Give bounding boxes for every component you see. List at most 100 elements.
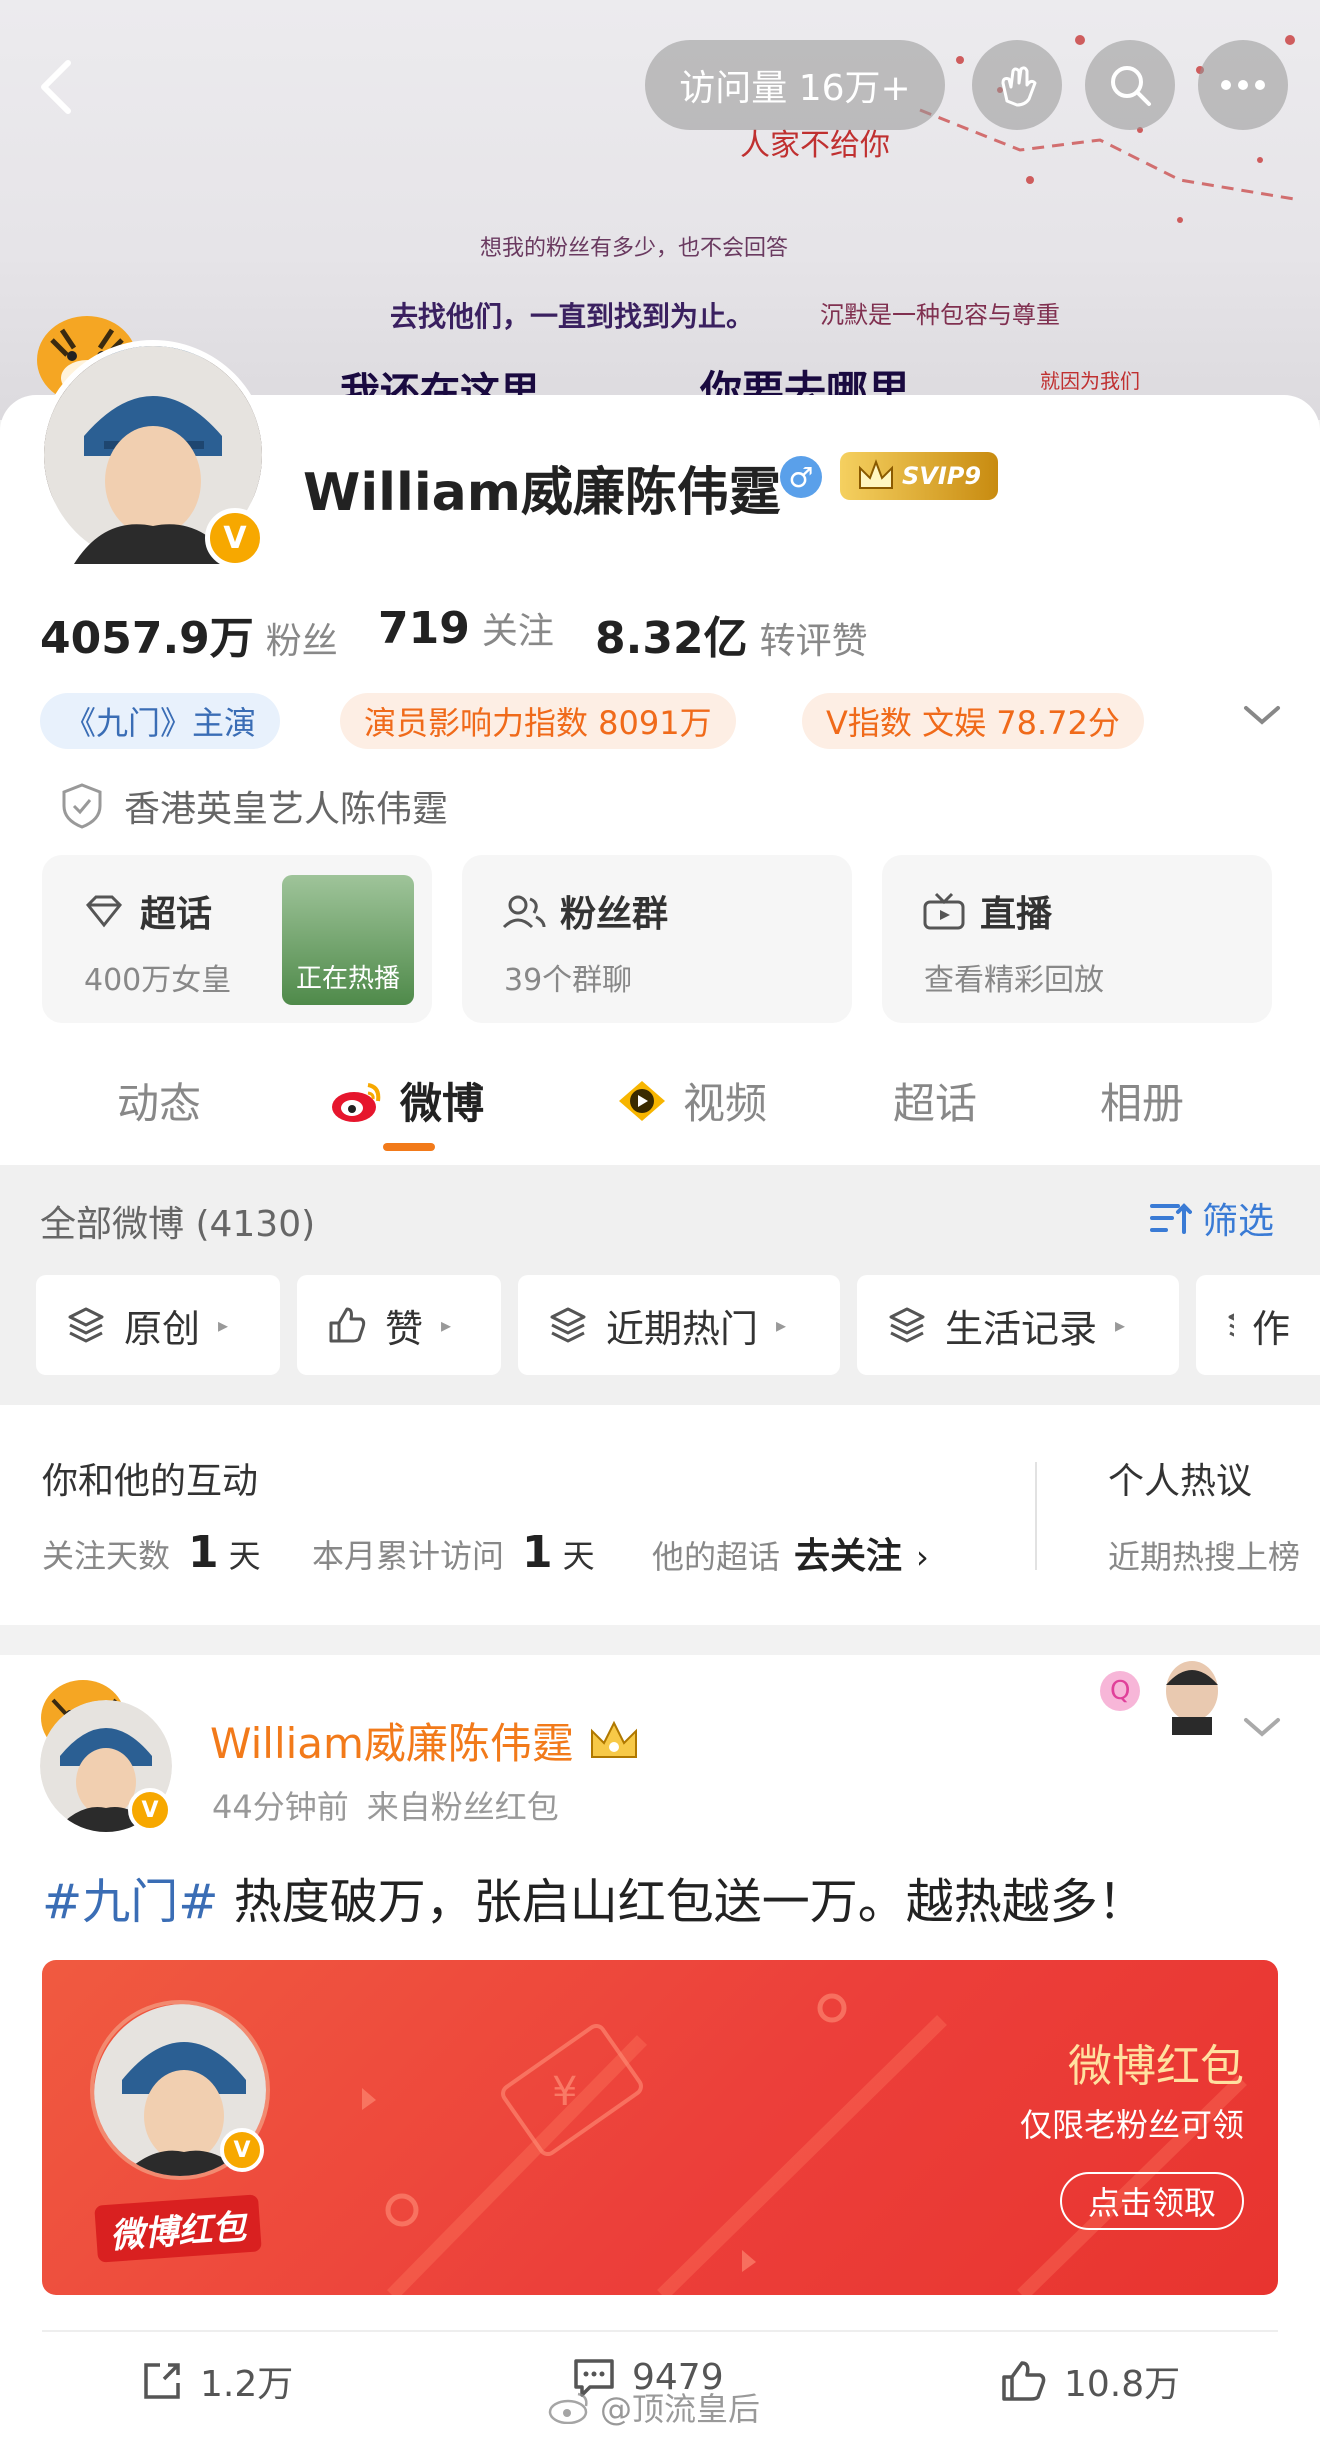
post-text: #九门# 热度破万，张启山红包送一万。越热越多！ bbox=[42, 1862, 1146, 1932]
red-packet-card[interactable]: ¥ V 微博红包 微博红包 仅限老粉丝可领 点击领取 bbox=[42, 1960, 1278, 2295]
share-icon bbox=[144, 2363, 180, 2399]
tab-album[interactable]: 相册 bbox=[1100, 1070, 1184, 1131]
chip-recent-hot[interactable]: 近期热门 ▸ bbox=[518, 1275, 840, 1375]
tab-video[interactable]: 视频 bbox=[615, 1070, 767, 1131]
post-source: 来自粉丝红包 bbox=[366, 1788, 559, 1826]
layers-icon bbox=[1228, 1313, 1234, 1337]
watermark: @顶流皇后 bbox=[548, 2384, 760, 2430]
weibo-watermark-icon bbox=[548, 2392, 588, 2424]
tab-label: 视频 bbox=[683, 1079, 768, 1128]
repost-button[interactable]: 1.2万 bbox=[140, 2355, 293, 2407]
post-author-row[interactable]: William威廉陈伟霆 bbox=[210, 1710, 640, 1771]
expand-tags-button[interactable] bbox=[1240, 700, 1284, 734]
tab-label: 超话 bbox=[893, 1079, 978, 1128]
banner-text: 就因为我们 bbox=[1040, 369, 1140, 393]
tag-role[interactable]: 《九门》主演 bbox=[40, 693, 281, 749]
follow-action: 去关注 bbox=[794, 1536, 903, 1577]
tab-super-topic[interactable]: 超话 bbox=[893, 1070, 977, 1131]
fans-label: 粉丝 bbox=[265, 621, 338, 662]
gender-icon: ♂ bbox=[780, 456, 822, 498]
svip-label: SVIP9 bbox=[902, 462, 982, 490]
tab-weibo[interactable]: 微博 bbox=[328, 1070, 484, 1131]
verified-v-badge: V bbox=[205, 508, 265, 568]
back-button[interactable] bbox=[28, 55, 88, 115]
verification-text: 香港英皇艺人陈伟霆 bbox=[124, 789, 449, 830]
caret-right-icon: ▸ bbox=[218, 1313, 229, 1337]
monthly-visits: 本月累计访问 1 天 bbox=[312, 1527, 595, 1578]
wave-hand-icon bbox=[1001, 66, 1037, 107]
chip-like[interactable]: 赞 ▸ bbox=[297, 1275, 501, 1375]
chip-label: 生活记录 bbox=[945, 1306, 1098, 1351]
divider bbox=[1035, 1462, 1037, 1570]
thumbs-up-icon bbox=[1002, 2361, 1046, 2401]
live-title: 直播 bbox=[980, 894, 1053, 935]
fan-group-title: 粉丝群 bbox=[560, 894, 669, 935]
monthly-visits-unit: 天 bbox=[562, 1537, 595, 1575]
post-menu-button[interactable] bbox=[1240, 1712, 1284, 1746]
chip-label: 原创 bbox=[124, 1306, 201, 1351]
chip-label: 作 bbox=[1251, 1306, 1290, 1351]
greet-button[interactable] bbox=[972, 40, 1062, 130]
following-stat[interactable]: 719 关注 bbox=[378, 602, 554, 654]
more-button[interactable] bbox=[1198, 40, 1288, 130]
more-icon bbox=[1221, 80, 1265, 90]
tag-v-index[interactable]: V指数 文娱 78.72分 bbox=[802, 693, 1144, 749]
tv-icon bbox=[923, 892, 965, 930]
post-hashtag[interactable]: #九门# bbox=[42, 1874, 218, 1930]
svg-text:Q: Q bbox=[1110, 1676, 1130, 1706]
tab-dynamics[interactable]: 动态 bbox=[117, 1070, 201, 1131]
filter-button[interactable]: 筛选 bbox=[1148, 1192, 1274, 1244]
svg-text:¥: ¥ bbox=[552, 2069, 577, 2115]
claim-button[interactable]: 点击领取 bbox=[1059, 2172, 1244, 2230]
group-icon bbox=[502, 895, 546, 929]
fan-group-card[interactable]: 粉丝群 39个群聊 bbox=[462, 855, 852, 1023]
engagement-stat[interactable]: 8.32亿 转评赞 bbox=[595, 602, 868, 666]
tag-influence[interactable]: 演员影响力指数 8091万 bbox=[340, 693, 736, 749]
super-topic-card[interactable]: 超话 400万女皇 正在热播 bbox=[42, 855, 432, 1023]
super-topic-follow[interactable]: 他的超话 去关注 › bbox=[652, 1527, 929, 1579]
like-button[interactable]: 10.8万 bbox=[1000, 2355, 1180, 2407]
follow-days-unit: 天 bbox=[228, 1537, 261, 1575]
chip-life-record[interactable]: 生活记录 ▸ bbox=[857, 1275, 1179, 1375]
super-topic-label: 他的超话 bbox=[652, 1538, 781, 1576]
red-packet-verified-badge: V bbox=[220, 2128, 264, 2172]
back-arrow-icon bbox=[41, 60, 71, 114]
chip-label: 近期热门 bbox=[606, 1306, 759, 1351]
chevron-right-icon: › bbox=[916, 1538, 929, 1576]
super-topic-sub: 400万女皇 bbox=[84, 963, 232, 998]
diamond-icon bbox=[85, 895, 123, 928]
divider bbox=[42, 2330, 1278, 2332]
filter-label: 筛选 bbox=[1202, 1201, 1275, 1242]
follow-days-value: 1 bbox=[188, 1527, 219, 1578]
crown-icon bbox=[859, 459, 893, 489]
personal-hot-title: 个人热议 bbox=[1108, 1461, 1253, 1502]
chip-works[interactable]: 作 bbox=[1196, 1275, 1320, 1375]
search-button[interactable] bbox=[1085, 40, 1175, 130]
fan-group-sub: 39个群聊 bbox=[504, 963, 633, 998]
super-topic-title: 超话 bbox=[140, 894, 213, 935]
chip-original[interactable]: 原创 ▸ bbox=[36, 1275, 280, 1375]
post-pendant-decoration: Q bbox=[1092, 1655, 1232, 1735]
tab-label: 动态 bbox=[117, 1079, 202, 1128]
all-weibo-count: 全部微博 (4130) bbox=[40, 1204, 316, 1245]
crown-badge-icon bbox=[590, 1720, 637, 1758]
watermark-text: @顶流皇后 bbox=[600, 2390, 761, 2428]
thumbs-up-icon bbox=[329, 1307, 366, 1343]
shield-icon bbox=[62, 783, 102, 829]
live-sub: 查看精彩回放 bbox=[924, 963, 1104, 998]
interaction-title: 你和他的互动 bbox=[42, 1461, 259, 1502]
verification-row: 香港英皇艺人陈伟霆 bbox=[60, 780, 448, 832]
filter-icon bbox=[1150, 1203, 1192, 1234]
red-packet-title: 微博红包 bbox=[1068, 2041, 1244, 2092]
chevron-down-icon bbox=[1244, 706, 1280, 725]
repost-count: 1.2万 bbox=[200, 2364, 294, 2405]
live-card[interactable]: 直播 查看精彩回放 bbox=[882, 855, 1272, 1023]
visit-count-pill[interactable]: 访问量 16万+ bbox=[645, 40, 945, 130]
layers-icon bbox=[550, 1307, 586, 1343]
following-label: 关注 bbox=[481, 611, 554, 652]
svip-badge[interactable]: SVIP9 bbox=[840, 452, 998, 500]
layers-icon bbox=[68, 1307, 104, 1343]
post-verified-badge: V bbox=[128, 1788, 172, 1832]
fans-stat[interactable]: 4057.9万 粉丝 bbox=[40, 602, 338, 666]
monthly-visits-value: 1 bbox=[522, 1527, 553, 1578]
